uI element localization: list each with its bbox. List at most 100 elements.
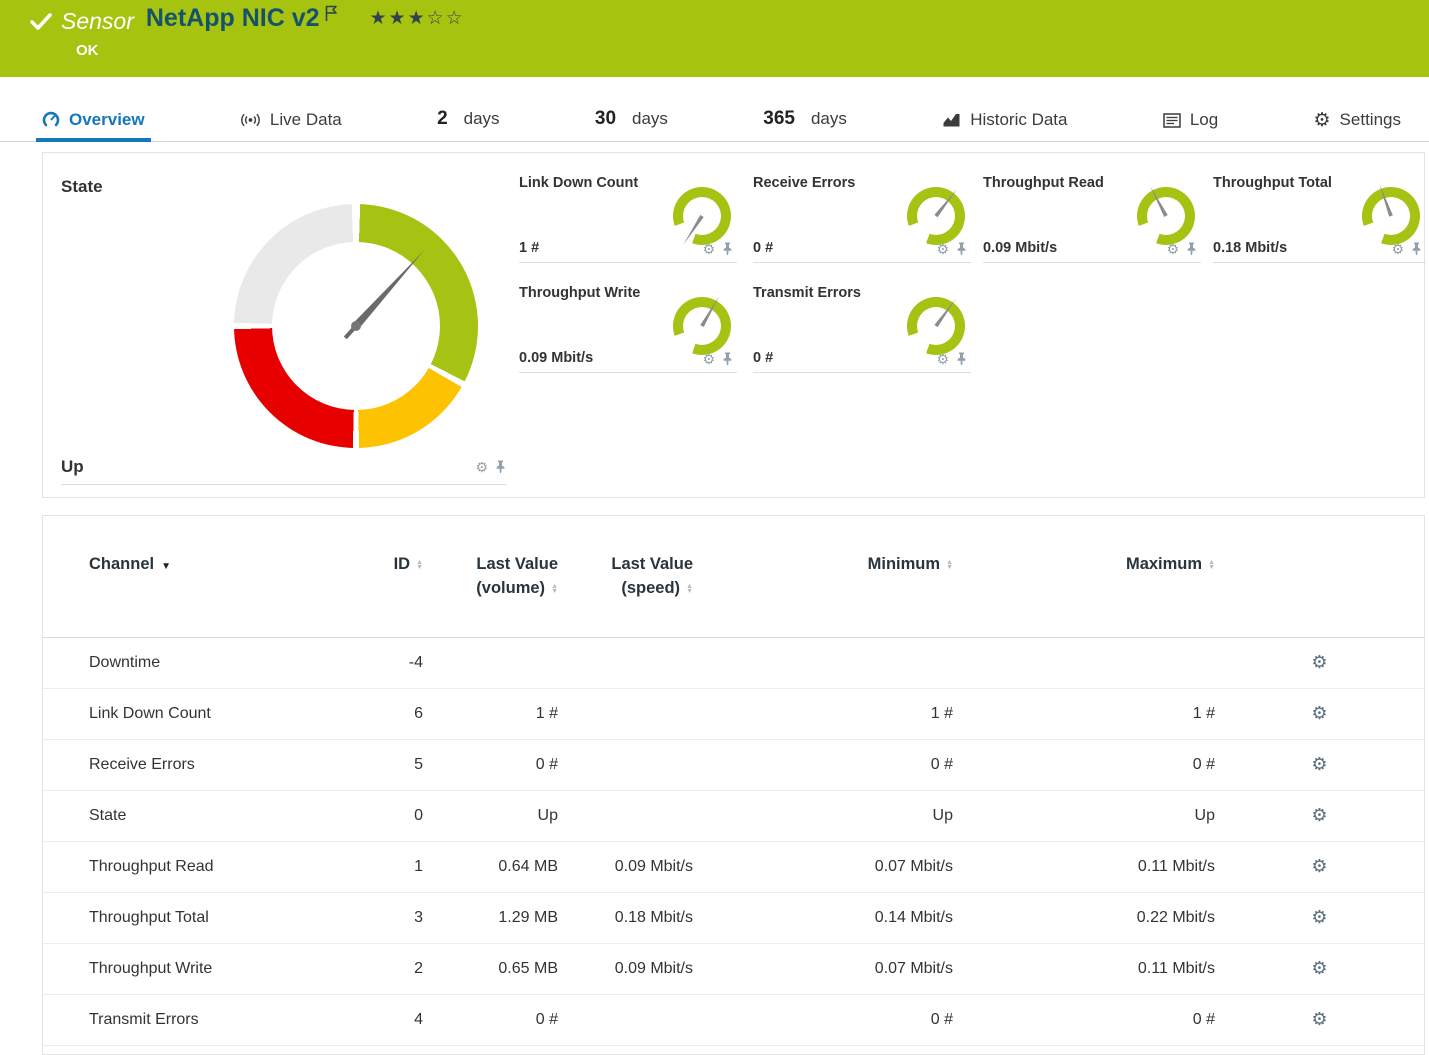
channel-name: Downtime — [89, 654, 361, 672]
state-gauge-footer: Up ⚙ — [61, 449, 506, 485]
gauge-dial — [907, 187, 965, 245]
table-row-receive-errors[interactable]: Receive Errors 5 0 # 0 # 0 # ⚙ — [43, 740, 1424, 791]
priority-stars[interactable]: ★★★☆☆ — [370, 7, 465, 30]
table-header-row: Channel▼ ID▲▼ Last Value (volume)▲▼ Last… — [43, 516, 1424, 638]
minimum-value: 0.07 Mbit/s — [693, 858, 953, 876]
table-row-throughput-write[interactable]: Throughput Write 2 0.65 MB 0.09 Mbit/s 0… — [43, 944, 1424, 995]
last-value-speed: 0.09 Mbit/s — [558, 960, 693, 978]
overview-panel: State Up ⚙ Link Down Count 1 # ⚙ Re — [42, 152, 1425, 498]
gauge-value: 0.09 Mbit/s — [519, 350, 593, 366]
column-header-channel[interactable]: Channel▼ — [89, 552, 361, 579]
gear-icon[interactable]: ⚙ — [1166, 242, 1179, 256]
channel-settings-gear-icon[interactable]: ⚙ — [1311, 958, 1327, 978]
pin-icon[interactable] — [956, 242, 967, 256]
table-row-downtime[interactable]: Downtime -4 ⚙ — [43, 638, 1424, 689]
gear-icon[interactable]: ⚙ — [1391, 242, 1404, 256]
stars-empty[interactable]: ☆☆ — [427, 8, 465, 29]
maximum-value: 0 # — [953, 1011, 1215, 1029]
log-icon — [1163, 113, 1181, 128]
last-value-speed: 0.18 Mbit/s — [558, 909, 693, 927]
tab-bar: Overview Live Data 2days 30days 365days … — [0, 101, 1429, 142]
channel-id: -4 — [361, 654, 423, 672]
state-gauge-title: State — [61, 177, 103, 197]
tab-settings[interactable]: ⚙ Settings — [1308, 103, 1407, 142]
last-value-volume: 0.65 MB — [423, 960, 558, 978]
pin-icon[interactable] — [722, 242, 733, 256]
channel-name: Throughput Total — [89, 909, 361, 927]
channel-id: 4 — [361, 1011, 423, 1029]
maximum-value: 0 # — [953, 756, 1215, 774]
table-row-throughput-total[interactable]: Throughput Total 3 1.29 MB 0.18 Mbit/s 0… — [43, 893, 1424, 944]
table-row-link-down-count[interactable]: Link Down Count 6 1 # 1 # 1 # ⚙ — [43, 689, 1424, 740]
tab-365-days[interactable]: 365days — [757, 101, 853, 142]
gauge-card-throughput-total: Throughput Total 0.18 Mbit/s ⚙ — [1213, 171, 1426, 263]
table-row-state[interactable]: State 0 Up Up Up ⚙ — [43, 791, 1424, 842]
gauge-card-throughput-write: Throughput Write 0.09 Mbit/s ⚙ — [519, 281, 737, 373]
tab-live-data[interactable]: Live Data — [234, 103, 348, 142]
pin-icon[interactable] — [956, 352, 967, 366]
gear-icon[interactable]: ⚙ — [475, 460, 488, 474]
minimum-value: 0.14 Mbit/s — [693, 909, 953, 927]
channel-name: Throughput Read — [89, 858, 361, 876]
channel-id: 1 — [361, 858, 423, 876]
state-value: Up — [61, 457, 84, 477]
column-header-minimum[interactable]: Minimum▲▼ — [693, 552, 953, 576]
gauge-title: Throughput Read — [983, 175, 1104, 191]
tab-overview[interactable]: Overview — [36, 103, 151, 142]
gauge-dial — [1137, 187, 1195, 245]
channel-settings-gear-icon[interactable]: ⚙ — [1311, 754, 1327, 774]
minimum-value: 0.07 Mbit/s — [693, 960, 953, 978]
table-row-transmit-errors[interactable]: Transmit Errors 4 0 # 0 # 0 # ⚙ — [43, 995, 1424, 1046]
gauge-title: Transmit Errors — [753, 285, 861, 301]
channel-settings-gear-icon[interactable]: ⚙ — [1311, 1009, 1327, 1029]
channel-id: 5 — [361, 756, 423, 774]
channel-id: 3 — [361, 909, 423, 927]
channel-settings-gear-icon[interactable]: ⚙ — [1311, 805, 1327, 825]
sensor-title: NetApp NIC v2 — [146, 4, 320, 33]
status-check-icon — [30, 12, 52, 32]
sort-caret-icon: ▼ — [161, 561, 171, 572]
tab-historic-data[interactable]: Historic Data — [936, 103, 1073, 142]
sensor-status: OK — [76, 42, 99, 59]
stars-filled[interactable]: ★★★ — [370, 8, 427, 29]
tab-30-days[interactable]: 30days — [589, 101, 674, 142]
channel-settings-gear-icon[interactable]: ⚙ — [1311, 907, 1327, 927]
pin-icon[interactable] — [722, 352, 733, 366]
gauge-dial — [1362, 187, 1420, 245]
table-row-throughput-read[interactable]: Throughput Read 1 0.64 MB 0.09 Mbit/s 0.… — [43, 842, 1424, 893]
column-header-last-value-volume[interactable]: Last Value (volume)▲▼ — [423, 552, 558, 600]
gauge-ring — [1362, 187, 1420, 245]
column-header-last-value-speed[interactable]: Last Value (speed)▲▼ — [558, 552, 693, 600]
maximum-value: 1 # — [953, 705, 1215, 723]
channel-name: Transmit Errors — [89, 1011, 361, 1029]
channel-settings-gear-icon[interactable]: ⚙ — [1311, 652, 1327, 672]
column-header-maximum[interactable]: Maximum▲▼ — [953, 552, 1215, 576]
state-gauge-dial — [234, 204, 478, 448]
gauge-card-receive-errors: Receive Errors 0 # ⚙ — [753, 171, 971, 263]
maximum-value: Up — [953, 807, 1215, 825]
gear-icon[interactable]: ⚙ — [936, 352, 949, 366]
settings-gear-icon: ⚙ — [1314, 111, 1331, 130]
gear-icon[interactable]: ⚙ — [936, 242, 949, 256]
pin-icon[interactable] — [1186, 242, 1197, 256]
sort-arrows-icon: ▲▼ — [1208, 560, 1215, 570]
sort-arrows-icon: ▲▼ — [946, 560, 953, 570]
gear-icon[interactable]: ⚙ — [702, 352, 715, 366]
sort-arrows-icon: ▲▼ — [686, 584, 693, 594]
pin-icon[interactable] — [1411, 242, 1422, 256]
gauge-value: 1 # — [519, 240, 539, 256]
gear-icon[interactable]: ⚙ — [702, 242, 715, 256]
gauge-value: 0 # — [753, 350, 773, 366]
column-header-id[interactable]: ID▲▼ — [361, 552, 423, 576]
pin-icon[interactable] — [495, 460, 506, 474]
maximum-value: 0.22 Mbit/s — [953, 909, 1215, 927]
gauge-title: Link Down Count — [519, 175, 638, 191]
tab-log[interactable]: Log — [1157, 103, 1224, 142]
tab-2-days[interactable]: 2days — [431, 101, 506, 142]
priority-flag-icon[interactable] — [325, 5, 338, 22]
last-value-volume: 1.29 MB — [423, 909, 558, 927]
channel-settings-gear-icon[interactable]: ⚙ — [1311, 856, 1327, 876]
channels-table-panel: Channel▼ ID▲▼ Last Value (volume)▲▼ Last… — [42, 515, 1425, 1055]
channel-settings-gear-icon[interactable]: ⚙ — [1311, 703, 1327, 723]
gauge-dial — [907, 297, 965, 355]
